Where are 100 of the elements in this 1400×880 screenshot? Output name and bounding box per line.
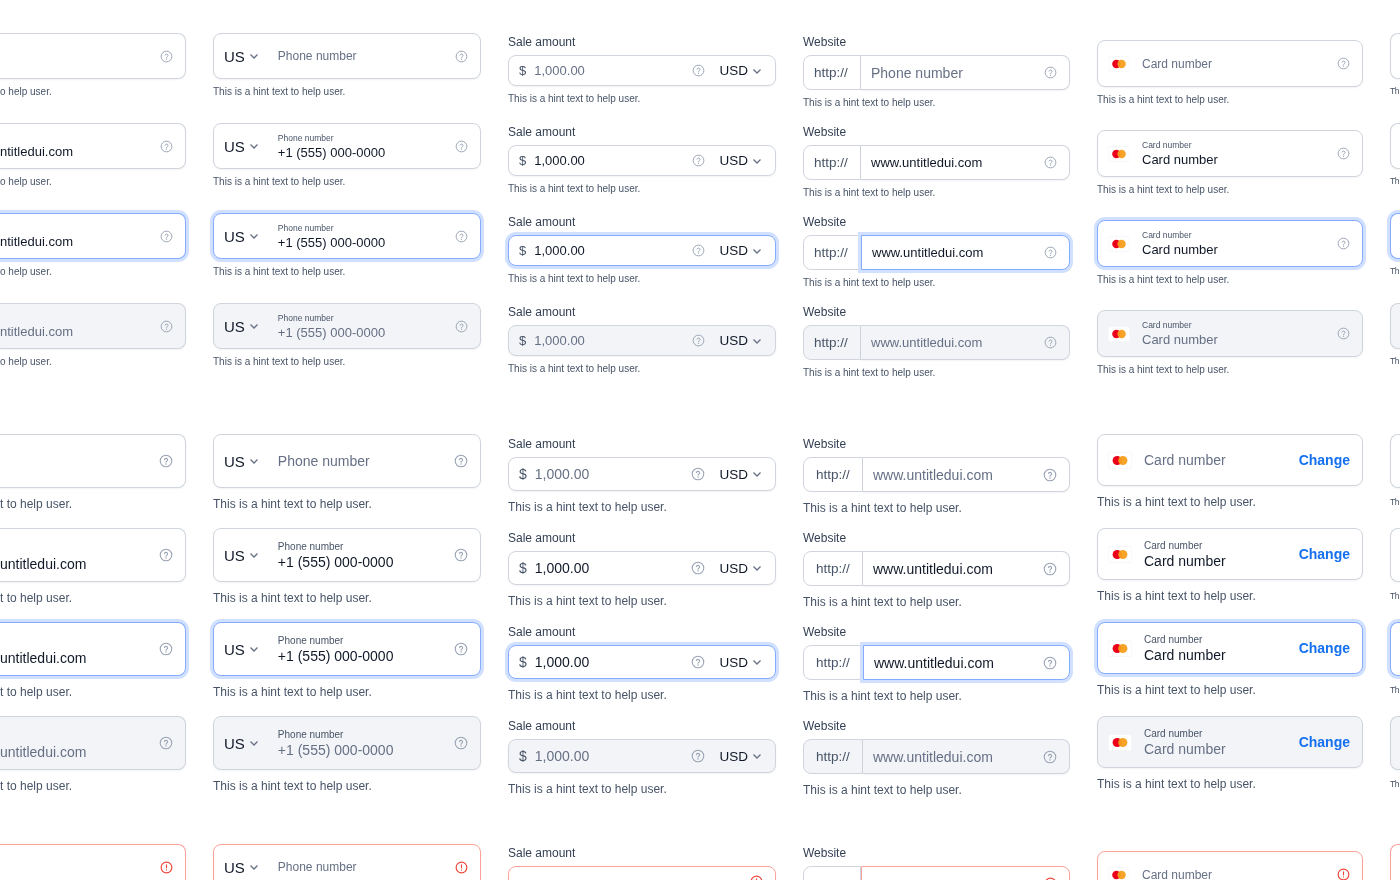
floating-label: Phone number bbox=[277, 728, 345, 740]
help-icon[interactable] bbox=[1337, 237, 1350, 250]
card-field[interactable]: Card number Change bbox=[1097, 434, 1363, 486]
phone-field[interactable]: US Phone number bbox=[213, 434, 481, 488]
phone-field[interactable]: US Phone number +1 (555) 000-0000 bbox=[213, 528, 481, 582]
hint-text: This is a hint text to help user. bbox=[213, 176, 347, 187]
country-select[interactable]: US bbox=[224, 858, 260, 876]
input-value: www.untitledui.com bbox=[872, 245, 984, 260]
help-icon[interactable] bbox=[160, 49, 173, 63]
input-value: www.untitledui.com bbox=[873, 560, 993, 577]
phone-field[interactable]: US Phone number +1 (555) 000-0000 bbox=[213, 213, 481, 259]
help-icon[interactable] bbox=[692, 64, 706, 77]
help-icon[interactable] bbox=[1043, 561, 1057, 576]
help-icon[interactable] bbox=[1044, 156, 1057, 169]
card-field[interactable]: Card number Card number Change bbox=[1097, 622, 1363, 674]
url-field[interactable]: www.untitledui.com bbox=[861, 145, 1070, 180]
help-icon[interactable] bbox=[692, 244, 706, 257]
url-field[interactable]: www.untitledui.com bbox=[861, 235, 1070, 270]
country-select[interactable]: US bbox=[224, 546, 260, 564]
help-icon[interactable] bbox=[454, 548, 468, 562]
card-field[interactable]: Card number Card number bbox=[1097, 220, 1363, 267]
input-value: +1 (555) 000-0000 bbox=[277, 324, 387, 340]
currency-select[interactable]: USD bbox=[719, 63, 763, 78]
card-field[interactable]: Card number bbox=[1097, 851, 1363, 880]
url-field[interactable]: www.untitledui.com bbox=[863, 645, 1070, 680]
url-field[interactable]: www.untitledui.com bbox=[863, 457, 1070, 492]
url-prefix: http:// bbox=[803, 235, 861, 270]
help-icon[interactable] bbox=[691, 655, 706, 669]
help-icon[interactable] bbox=[159, 642, 173, 656]
text-field[interactable] bbox=[0, 434, 186, 488]
amount-field[interactable]: $ 1,000.00 USD bbox=[508, 55, 776, 86]
text-field[interactable] bbox=[0, 844, 186, 880]
amount-field[interactable]: $ 1,000.00 USD bbox=[508, 645, 776, 679]
url-field[interactable]: www.untitledui.com bbox=[863, 551, 1070, 586]
help-icon[interactable] bbox=[1337, 57, 1350, 70]
help-icon[interactable] bbox=[160, 139, 173, 153]
url-prefix: http:// bbox=[803, 55, 861, 90]
url-prefix: http:// bbox=[803, 551, 863, 586]
amount-field[interactable]: $ 1,000.00 USD bbox=[508, 551, 776, 585]
hint-text: This is a hint text to help user. bbox=[803, 783, 963, 797]
amount-field[interactable]: $ 1,000.00 USD bbox=[508, 457, 776, 491]
help-icon[interactable] bbox=[1337, 147, 1350, 160]
field-label: Website bbox=[803, 215, 848, 229]
help-icon[interactable] bbox=[1044, 66, 1057, 79]
field-label: Website bbox=[803, 531, 848, 545]
country-select[interactable]: US bbox=[224, 227, 260, 245]
phone-field[interactable]: US Phone number +1 (555) 000-0000 bbox=[213, 622, 481, 676]
help-icon[interactable] bbox=[454, 454, 468, 468]
help-icon[interactable] bbox=[1043, 655, 1057, 670]
change-link[interactable]: Change bbox=[1298, 452, 1350, 468]
currency-select[interactable]: USD bbox=[719, 654, 763, 670]
help-icon[interactable] bbox=[1044, 246, 1057, 259]
currency-select[interactable]: USD bbox=[719, 153, 763, 168]
text-field[interactable]: untitledui.com bbox=[0, 622, 186, 676]
input-value: ntitledui.com bbox=[0, 324, 74, 339]
text-field[interactable]: ntitledui.com bbox=[0, 213, 186, 259]
card-brand-icon bbox=[1108, 866, 1130, 880]
help-icon[interactable] bbox=[691, 561, 706, 575]
currency-select[interactable]: USD bbox=[719, 466, 763, 482]
input-value: Card number bbox=[1142, 332, 1219, 347]
phone-field[interactable]: US Phone number +1 (555) 000-0000 bbox=[213, 123, 481, 169]
country-select[interactable]: US bbox=[224, 47, 260, 65]
phone-field[interactable]: US Phone number bbox=[213, 844, 481, 880]
text-field[interactable] bbox=[0, 33, 186, 79]
help-icon[interactable] bbox=[455, 49, 468, 63]
text-field[interactable]: ntitledui.com bbox=[0, 123, 186, 169]
help-icon[interactable] bbox=[691, 467, 706, 481]
help-icon[interactable] bbox=[454, 642, 468, 656]
change-link[interactable]: Change bbox=[1298, 546, 1350, 562]
amount-field[interactable]: $ 1,000.00 USD bbox=[508, 145, 776, 176]
phone-field[interactable]: US Phone number bbox=[213, 33, 481, 79]
currency-select[interactable]: USD bbox=[719, 243, 763, 258]
card-brand-icon bbox=[1108, 55, 1130, 72]
card-field[interactable]: Card number Card number bbox=[1097, 130, 1363, 177]
text-field[interactable]: untitledui.com bbox=[0, 528, 186, 582]
country-select[interactable]: US bbox=[224, 452, 260, 470]
hint-text: This is a hint text to help user. bbox=[803, 367, 937, 378]
help-icon[interactable] bbox=[455, 139, 468, 153]
help-icon[interactable] bbox=[160, 229, 173, 243]
card-field[interactable]: Card number bbox=[1097, 40, 1363, 87]
country-select[interactable]: US bbox=[224, 640, 260, 658]
input-value: untitledui.com bbox=[0, 744, 88, 760]
amount-field[interactable]: $ 1,000.00 USD bbox=[508, 235, 776, 266]
floating-label: Phone number bbox=[277, 634, 345, 646]
hint-text: This is a hint text to help user. bbox=[508, 363, 642, 374]
hint-text: This is a hint text to help user. bbox=[803, 97, 937, 108]
alert-icon bbox=[455, 860, 468, 874]
help-icon[interactable] bbox=[692, 154, 706, 167]
card-field[interactable]: Card number Card number Change bbox=[1097, 528, 1363, 580]
help-icon[interactable] bbox=[159, 548, 173, 562]
card-brand-icon bbox=[1108, 639, 1132, 657]
url-field[interactable]: Phone number bbox=[861, 55, 1070, 90]
input-value: Card number bbox=[1144, 646, 1227, 663]
change-link[interactable]: Change bbox=[1298, 640, 1350, 656]
input-value: www.untitledui.com bbox=[874, 654, 994, 671]
help-icon[interactable] bbox=[455, 229, 468, 243]
country-select[interactable]: US bbox=[224, 137, 260, 155]
currency-select[interactable]: USD bbox=[719, 560, 763, 576]
help-icon[interactable] bbox=[159, 454, 173, 468]
help-icon[interactable] bbox=[1043, 467, 1057, 482]
